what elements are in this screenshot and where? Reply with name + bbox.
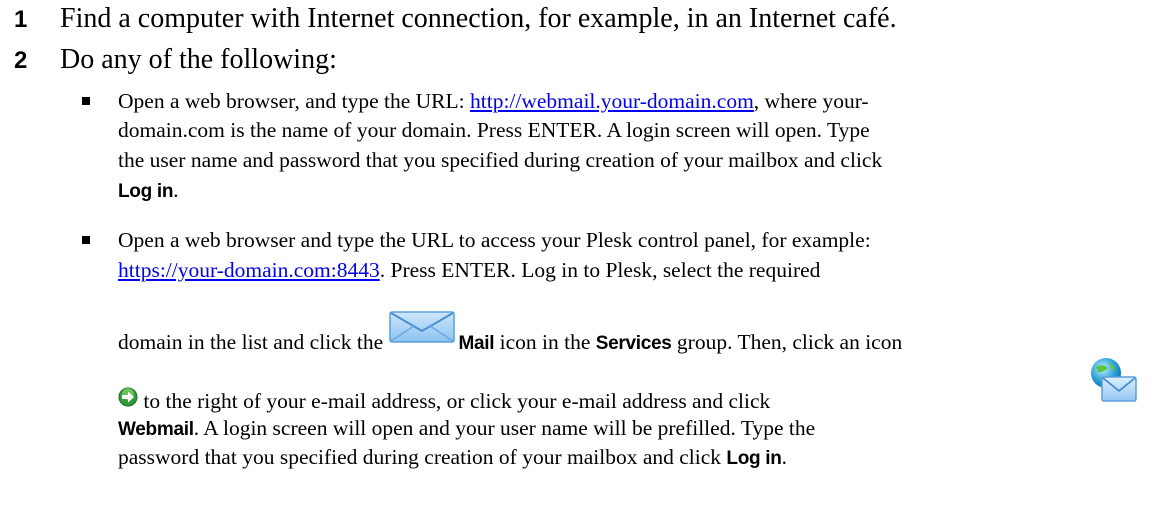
mail-envelope-icon: [388, 310, 458, 350]
log-in-label: Log in: [118, 181, 174, 202]
text: to the right of your e-mail address, or …: [138, 389, 771, 413]
bullet-1-line: Log in.: [118, 177, 179, 205]
text: . A login screen will open and your user…: [193, 416, 816, 440]
bullet-2-line: domain in the list and click the Mail ic…: [118, 311, 903, 364]
bullet-2-line: https://your-domain.com:8443. Press ENTE…: [118, 257, 820, 283]
text: password that you specified during creat…: [118, 445, 727, 469]
bullet-1-line: the user name and password that you spec…: [118, 148, 883, 172]
webmail-url-link[interactable]: http://webmail.your-domain.com: [470, 89, 754, 113]
text: , where your-: [753, 89, 869, 113]
text: .: [173, 178, 179, 202]
bullet-2-line: password that you specified during creat…: [118, 444, 787, 472]
log-in-label: Log in: [726, 448, 782, 469]
bullet-2-line: Webmail. A login screen will open and yo…: [118, 415, 815, 443]
text: domain in the list and click the: [118, 329, 389, 354]
step-number: 1: [14, 6, 28, 33]
text: icon in the: [494, 329, 596, 354]
text: group. Then, click an icon: [671, 329, 903, 354]
plesk-url-link[interactable]: https://your-domain.com:8443: [118, 258, 380, 282]
step-number: 2: [14, 47, 28, 74]
bullet-2-line: to the right of your e-mail address, or …: [118, 387, 771, 416]
bullet-1-line: Open a web browser, and type the URL: ht…: [118, 88, 869, 114]
step-text: Find a computer with Internet connection…: [60, 3, 897, 34]
bullet-marker: [82, 97, 90, 105]
green-arrow-icon: [118, 387, 138, 413]
webmail-label: Webmail: [118, 419, 194, 440]
step-2: 2 Do any of the following:: [14, 44, 337, 77]
text: .: [781, 445, 787, 469]
bullet-marker: [82, 236, 90, 244]
text: . Press ENTER. Log in to Plesk, select t…: [379, 258, 821, 282]
services-label: Services: [595, 332, 672, 354]
bullet-1-line: domain.com is the name of your domain. P…: [118, 118, 870, 142]
mail-label: Mail: [458, 332, 495, 354]
bullet-2-line: Open a web browser and type the URL to a…: [118, 228, 871, 252]
text: Open a web browser, and type the URL:: [118, 89, 470, 113]
step-text: Do any of the following:: [60, 44, 337, 75]
step-1: 1 Find a computer with Internet connectio…: [14, 3, 897, 36]
globe-envelope-icon: [1088, 357, 1138, 408]
